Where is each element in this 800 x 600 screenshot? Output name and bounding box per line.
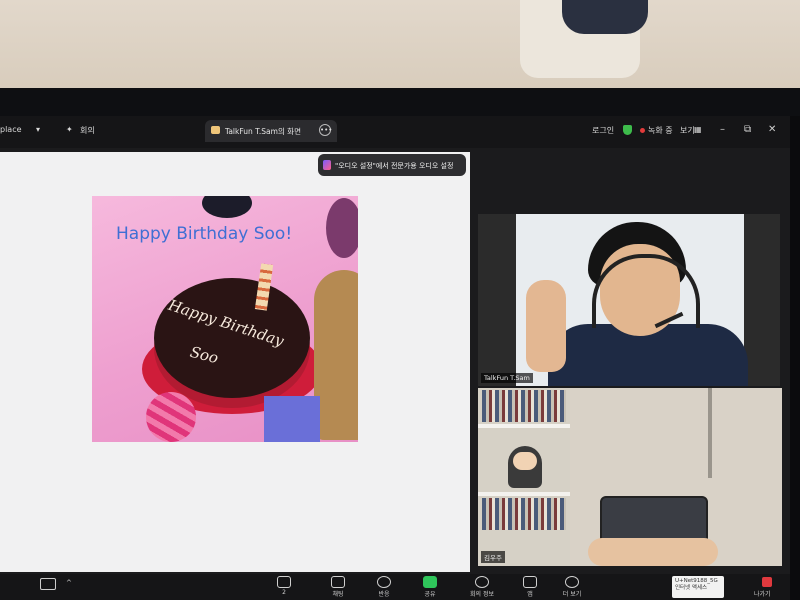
title-bar: place ▾ ✦ 회의 TalkFun T.Sam의 화면 ••• 로그인 녹… [0,116,790,148]
view-button[interactable]: 보기 [680,125,695,136]
wall-hanging-cap [562,0,648,34]
chat-button[interactable]: 채팅 [318,576,358,598]
notice-text: "오디오 설정"에서 전문가용 오디오 설정 [335,162,454,170]
login-button[interactable]: 로그인 [592,125,614,136]
video-tile-tablet[interactable] [570,388,782,566]
participant-name-tag: 김우주 [481,551,505,563]
grid-icon[interactable]: ▦ [694,125,702,134]
meeting-info-button[interactable]: 회의 정보 [462,576,502,598]
birthday-heading: Happy Birthday Soo! [116,224,293,244]
video-tile-host[interactable]: TalkFun T.Sam [478,214,780,386]
info-icon [475,576,489,588]
more-button[interactable]: 더 보기 [552,576,592,598]
cake [154,278,310,398]
chat-icon [331,576,345,588]
chevron-down-icon[interactable]: ▾ [36,125,40,134]
chevron-up-icon[interactable]: ^ [66,579,72,587]
workspace-label[interactable]: place [0,125,22,134]
meeting-label[interactable]: 회의 [80,125,95,136]
meeting-icon[interactable]: ✦ [66,125,73,134]
wifi-network-name: U+Net9188_5G [675,578,718,584]
more-icon [565,576,579,588]
balloon [202,196,252,218]
wifi-tooltip: U+Net9188_5G 인터넷 액세스 [672,576,724,598]
zoom-window: place ▾ ✦ 회의 TalkFun T.Sam의 화면 ••• 로그인 녹… [0,116,790,600]
audio-setting-icon [323,160,331,170]
recording-dot-icon [640,128,645,133]
apps-icon [523,576,537,588]
audio-settings-notice[interactable]: "오디오 설정"에서 전문가용 오디오 설정 [318,154,466,176]
participant-hands [588,538,718,566]
birthday-image: Happy Birthday Soo! Happy Birthday Soo [92,196,358,442]
tab-label: TalkFun T.Sam의 화면 [225,127,301,136]
monitor-edge [790,116,800,600]
gift-box [264,396,320,442]
share-screen-icon [423,576,437,588]
restore-button[interactable]: ⧉ [744,124,751,135]
wall-edge [708,388,712,478]
bookshelf-row [482,390,566,422]
share-button[interactable]: 공유 [410,576,450,598]
react-button[interactable]: 반응 [364,576,404,598]
heart-icon [377,576,391,588]
participants-icon [277,576,291,588]
participants-button[interactable]: 2 [264,576,304,596]
shelf [478,424,570,428]
security-shield-icon[interactable] [623,125,632,135]
minimize-button[interactable]: – [720,124,725,135]
teddy-bear [314,270,358,440]
more-options-icon[interactable]: ••• [319,124,332,136]
balloon [326,198,358,258]
recording-status[interactable]: 녹화 중 [648,125,673,136]
peace-sign-hand [526,280,566,372]
bookshelf-row [482,498,566,530]
close-button[interactable]: ✕ [768,124,776,135]
shared-screen-area: Happy Birthday Soo! Happy Birthday Soo [0,152,470,572]
monitor-bezel: place ▾ ✦ 회의 TalkFun T.Sam의 화면 ••• 로그인 녹… [0,88,800,600]
leave-button[interactable]: 나가기 [754,589,771,598]
gift-ball [146,392,196,442]
folder-icon [211,126,220,134]
shelf [478,492,570,496]
apps-button[interactable]: 앱 [510,576,550,598]
figurine-face [513,452,537,470]
leave-icon[interactable] [762,577,772,587]
wifi-status: 인터넷 액세스 [675,585,708,591]
tab-shared-screen[interactable]: TalkFun T.Sam의 화면 ••• [205,120,337,142]
video-tile-bookshelf[interactable]: 김우주 [478,388,570,566]
camera-icon[interactable] [40,578,56,590]
participant-name-tag: TalkFun T.Sam [481,373,533,383]
meeting-toolbar: ^ 2 채팅 반응 공유 회의 정보 앱 더 보기 U+Net9188_5G 인… [0,574,790,600]
